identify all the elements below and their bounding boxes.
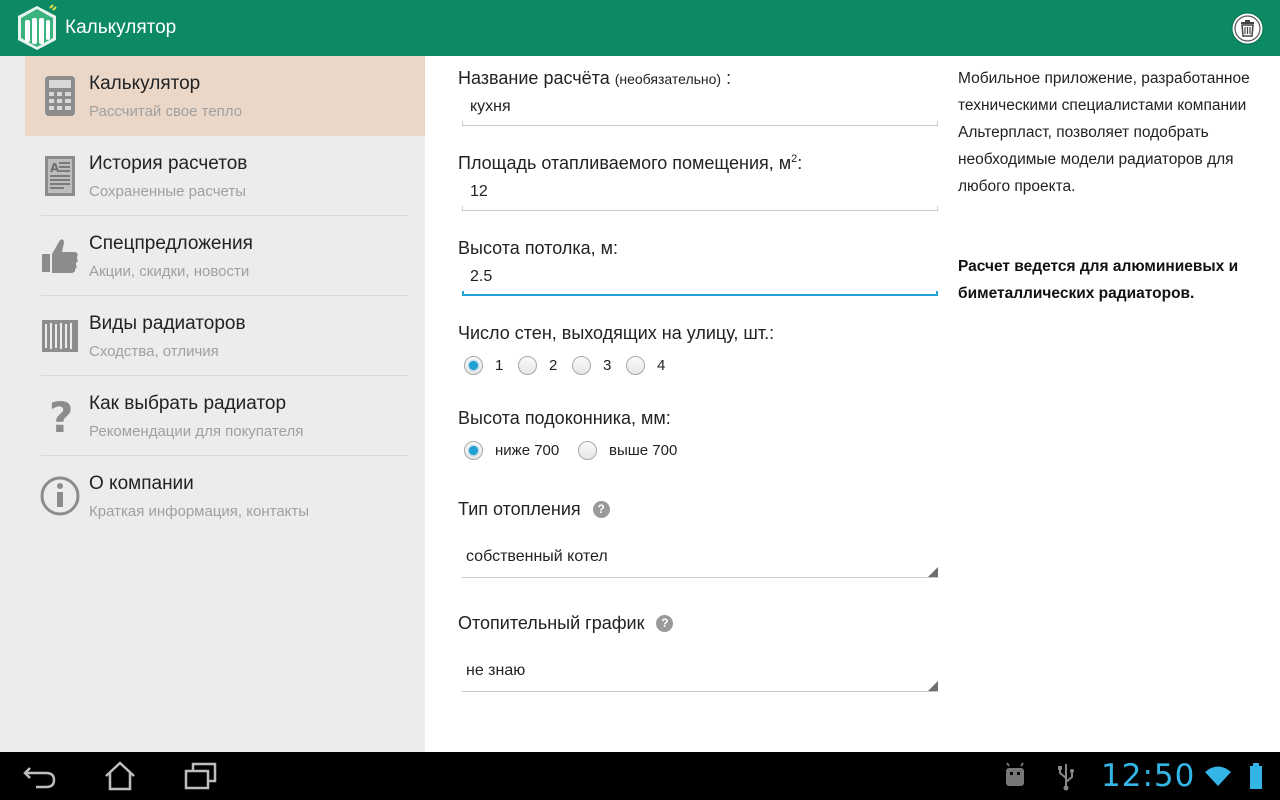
heating-type-label-text: Тип отопления bbox=[458, 499, 581, 519]
svg-text:A: A bbox=[50, 161, 60, 175]
area-label-text: Площадь отапливаемого помещения, м bbox=[458, 153, 792, 173]
recent-apps-icon[interactable] bbox=[182, 760, 218, 792]
ceiling-label: Высота потолка, м: bbox=[458, 238, 618, 258]
sidebar-item-subtitle: Рассчитай свое тепло bbox=[89, 103, 243, 120]
heating-schedule-dropdown[interactable]: не знаю bbox=[462, 656, 938, 692]
home-icon[interactable] bbox=[102, 760, 138, 792]
walls-radio-label: 2 bbox=[549, 357, 558, 374]
sill-radio-below[interactable] bbox=[464, 441, 483, 460]
sidebar: Калькулятор Рассчитай свое тепло A Истор… bbox=[0, 56, 425, 752]
area-field[interactable] bbox=[462, 177, 938, 211]
dropdown-arrow-icon bbox=[928, 567, 938, 577]
usb-icon bbox=[1058, 764, 1074, 791]
app-logo-icon[interactable] bbox=[14, 4, 60, 52]
system-bar: 12:50 bbox=[0, 752, 1280, 800]
walls-radio-label: 1 bbox=[495, 357, 504, 374]
sill-radio-label: ниже 700 bbox=[495, 442, 560, 459]
area-colon: : bbox=[797, 153, 803, 173]
sidebar-item-radiator-types[interactable]: Виды радиаторов Сходства, отличия bbox=[25, 296, 425, 376]
name-label-text: Название расчёта bbox=[458, 68, 610, 88]
trash-icon[interactable] bbox=[1231, 12, 1264, 45]
walls-radio-label: 4 bbox=[657, 357, 666, 374]
name-colon: : bbox=[726, 68, 732, 88]
action-bar: Калькулятор bbox=[0, 0, 1280, 56]
sidebar-item-title: История расчетов bbox=[89, 153, 248, 174]
info-description: Мобильное приложение, разработанное техн… bbox=[958, 70, 1250, 195]
name-hint: (необязательно) bbox=[614, 71, 722, 87]
sidebar-item-title: Спецпредложения bbox=[89, 233, 253, 254]
sidebar-item-subtitle: Сходства, отличия bbox=[89, 343, 219, 360]
sidebar-item-title: Виды радиаторов bbox=[89, 313, 246, 334]
svg-text:?: ? bbox=[49, 394, 73, 438]
sidebar-item-title: Как выбрать радиатор bbox=[89, 393, 287, 414]
heating-type-label: Тип отопления? bbox=[458, 499, 610, 520]
dropdown-arrow-icon bbox=[928, 681, 938, 691]
heating-schedule-value: не знаю bbox=[466, 662, 526, 679]
ceiling-height-input[interactable] bbox=[462, 262, 938, 292]
help-icon[interactable]: ? bbox=[656, 615, 674, 632]
sill-label: Высота подоконника, мм: bbox=[458, 408, 671, 428]
walls-radio-2[interactable] bbox=[518, 356, 537, 375]
question-icon: ? bbox=[49, 394, 73, 438]
radiator-icon bbox=[42, 320, 78, 352]
sidebar-item-subtitle: Рекомендации для покупателя bbox=[89, 423, 304, 440]
app-title: Калькулятор bbox=[65, 17, 177, 38]
sidebar-item-history[interactable]: A История расчетов Сохраненные расчеты bbox=[25, 136, 425, 216]
thumbs-up-icon bbox=[42, 239, 78, 273]
heating-type-dropdown[interactable]: собственный котел bbox=[462, 542, 938, 578]
walls-radio-group: 1 2 3 4 bbox=[464, 356, 684, 378]
back-icon[interactable] bbox=[22, 760, 58, 792]
calculation-name-input[interactable] bbox=[462, 92, 938, 122]
ceiling-height-field[interactable] bbox=[462, 262, 938, 296]
sidebar-item-subtitle: Краткая информация, контакты bbox=[89, 503, 310, 520]
heating-schedule-label: Отопительный график? bbox=[458, 613, 674, 634]
sidebar-item-subtitle: Сохраненные расчеты bbox=[89, 183, 247, 200]
walls-radio-4[interactable] bbox=[626, 356, 645, 375]
info-icon bbox=[40, 476, 80, 516]
sill-radio-group: ниже 700 выше 700 bbox=[464, 441, 704, 463]
wifi-icon bbox=[1205, 766, 1231, 786]
walls-label: Число стен, выходящих на улицу, шт.: bbox=[458, 323, 775, 343]
calculator-icon bbox=[45, 76, 75, 116]
status-clock: 12:50 bbox=[1101, 758, 1196, 794]
battery-icon bbox=[1250, 763, 1262, 789]
walls-radio-1[interactable] bbox=[464, 356, 483, 375]
sidebar-item-how-to-choose[interactable]: ? Как выбрать радиатор Рекомендации для … bbox=[25, 376, 425, 456]
sidebar-item-calculator[interactable]: Калькулятор Рассчитай свое тепло bbox=[25, 56, 425, 136]
area-label: Площадь отапливаемого помещения, м2: bbox=[458, 153, 802, 174]
info-note: Расчет ведется для алюминиевых и биметал… bbox=[958, 258, 1239, 302]
heating-type-value: собственный котел bbox=[466, 548, 608, 565]
android-debug-icon bbox=[1006, 762, 1024, 786]
area-input[interactable] bbox=[462, 177, 938, 207]
calculation-name-field[interactable] bbox=[462, 92, 938, 126]
walls-radio-3[interactable] bbox=[572, 356, 591, 375]
help-icon[interactable]: ? bbox=[592, 501, 610, 518]
sidebar-item-title: Калькулятор bbox=[89, 73, 201, 94]
sidebar-item-subtitle: Акции, скидки, новости bbox=[89, 263, 250, 280]
document-icon: A bbox=[45, 156, 75, 196]
name-label: Название расчёта (необязательно) : bbox=[458, 68, 731, 89]
sidebar-item-about[interactable]: О компании Краткая информация, контакты bbox=[25, 456, 425, 536]
walls-radio-label: 3 bbox=[603, 357, 612, 374]
sill-radio-above[interactable] bbox=[578, 441, 597, 460]
sill-radio-label: выше 700 bbox=[609, 442, 678, 459]
heating-schedule-label-text: Отопительный график bbox=[458, 613, 645, 633]
sidebar-item-offers[interactable]: Спецпредложения Акции, скидки, новости bbox=[25, 216, 425, 296]
sidebar-item-title: О компании bbox=[89, 473, 194, 494]
